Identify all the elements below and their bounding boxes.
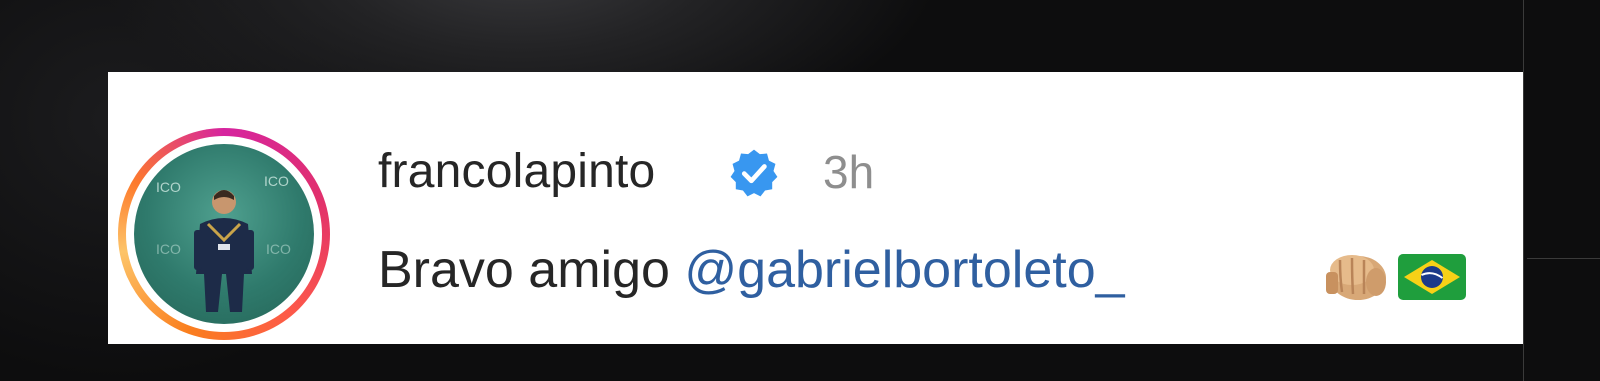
comment-body: Bravo amigo xyxy=(378,241,685,299)
avatar[interactable]: ICO ICO ICO ICO xyxy=(134,144,314,324)
timestamp: 3h xyxy=(823,146,875,198)
comment-text: Bravo amigo @gabrielbortoleto_ xyxy=(378,238,1125,302)
profile-photo: ICO ICO ICO ICO xyxy=(156,173,291,312)
divider-vertical xyxy=(1523,0,1524,381)
verified-badge-icon xyxy=(730,149,778,197)
oncoming-fist-emoji xyxy=(1326,255,1386,300)
svg-text:ICO: ICO xyxy=(156,179,181,195)
svg-text:ICO: ICO xyxy=(156,241,181,257)
mention-link[interactable]: @gabrielbortoleto_ xyxy=(684,241,1124,299)
svg-text:ICO: ICO xyxy=(266,241,291,257)
story-ring[interactable]: ICO ICO ICO ICO xyxy=(118,128,330,340)
svg-text:ICO: ICO xyxy=(264,173,289,189)
brazil-flag-emoji xyxy=(1398,254,1466,300)
username[interactable]: francolapinto xyxy=(378,144,655,200)
divider-horizontal xyxy=(1527,258,1600,259)
